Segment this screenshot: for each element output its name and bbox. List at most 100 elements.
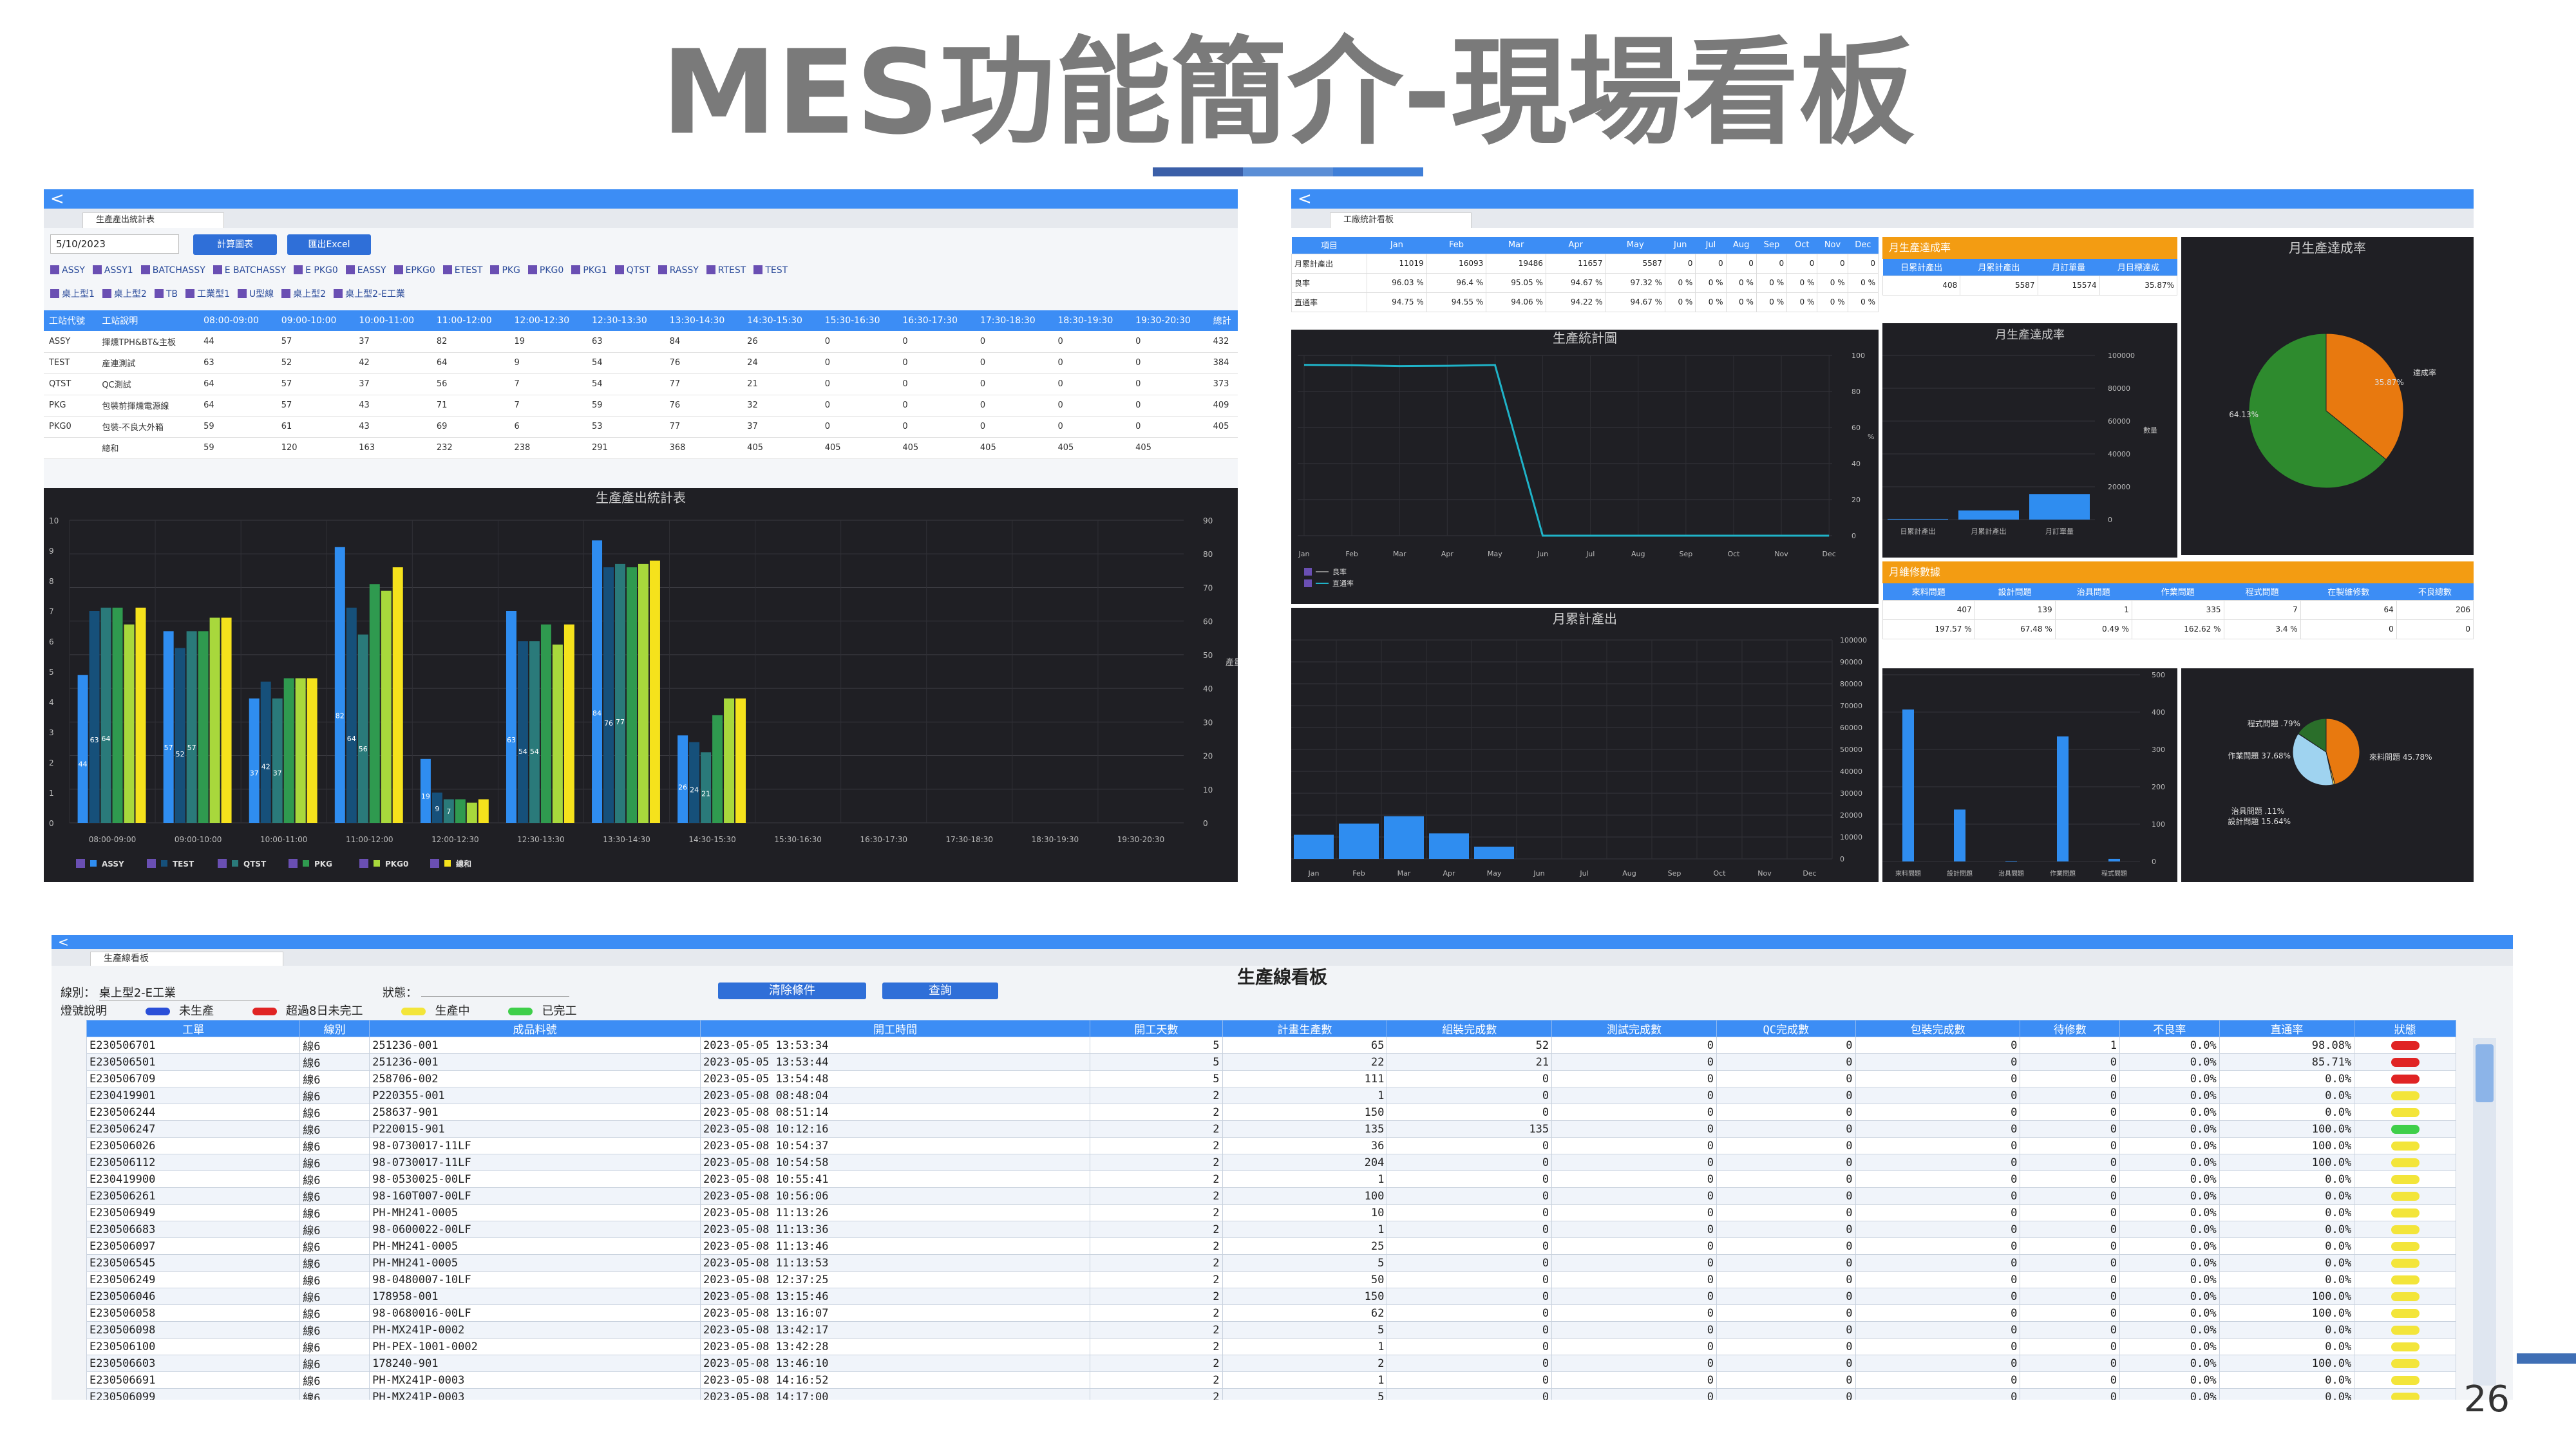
checkbox-icon[interactable] (658, 265, 667, 274)
checkbox-label: U型線 (249, 289, 274, 299)
back-button[interactable]: < (50, 189, 64, 209)
checkbox-label: QTST (626, 265, 650, 276)
bar (77, 675, 88, 823)
column-header: 不良率 (2119, 1020, 2220, 1037)
status-selector[interactable]: 狀態： (383, 984, 569, 1001)
checkbox-icon[interactable] (140, 265, 150, 274)
table-row[interactable]: E230506691 線6 PH-MX241P-0003 2023-05-08 14:… (86, 1371, 2456, 1389)
table-row[interactable]: E230506112 線6 98-0730017-11LF 2023-05-08 10… (86, 1154, 2456, 1171)
tab-factory-stats[interactable]: 工廠統計看板 (1330, 212, 1472, 228)
table-row[interactable]: E230506058 線6 98-0680016-00LF 2023-05-08 13… (86, 1304, 2456, 1322)
checkbox-icon[interactable] (92, 265, 102, 274)
table-row[interactable]: E230506099 線6 PH-MX241P-0003 2023-05-08 14:… (86, 1388, 2456, 1400)
checkbox-icon[interactable] (50, 265, 59, 274)
station-filter-checkbox[interactable]: RASSY (658, 265, 699, 276)
station-filter-checkbox[interactable]: ASSY1 (92, 265, 133, 276)
checkbox-icon[interactable] (50, 289, 59, 298)
checkbox-icon[interactable] (294, 265, 303, 274)
x-tick-label: 來料問題 (1895, 869, 1921, 878)
table-scrollbar[interactable] (2473, 1038, 2496, 1386)
station-filter-checkbox[interactable]: E BATCHASSY (213, 265, 286, 276)
column-header: 11:00-12:00 (431, 310, 509, 331)
line-filter-checkbox[interactable]: TB (154, 289, 178, 299)
checkbox-icon[interactable] (281, 289, 291, 298)
station-filter-checkbox[interactable]: TEST (753, 265, 788, 276)
station-filter-checkbox[interactable]: PKG0 (527, 265, 564, 276)
table-cell: 0 (2020, 1271, 2121, 1288)
checkbox-icon[interactable] (334, 289, 343, 298)
checkbox-icon[interactable] (154, 289, 164, 298)
table-row[interactable]: E230506100 線6 PH-PEX-1001-0002 2023-05-08 1… (86, 1338, 2456, 1355)
station-filter-checkbox[interactable]: ASSY (50, 265, 85, 276)
table-cell: 線6 (299, 1137, 370, 1154)
tab-output-stats[interactable]: 生產產出統計表 (82, 212, 224, 228)
checkbox-icon[interactable] (571, 265, 581, 274)
line-filter-checkbox[interactable]: 桌上型2-E工業 (334, 287, 405, 300)
checkbox-icon[interactable] (614, 265, 624, 274)
table-row[interactable]: E230506244 線6 258637-901 2023-05-08 08:51:1… (86, 1104, 2456, 1121)
table-cell: 線6 (299, 1221, 370, 1238)
table-row[interactable]: E230506701 線6 251236-001 2023-05-05 13:53:3… (86, 1037, 2456, 1054)
clear-button[interactable]: 清除條件 (718, 983, 866, 999)
station-filter-checkbox[interactable]: PKG (490, 265, 520, 276)
line-filter-checkbox[interactable]: 桌上型2 (102, 287, 147, 300)
checkbox-label: RTEST (717, 265, 746, 276)
station-filter-checkbox[interactable]: BATCHASSY (140, 265, 205, 276)
checkbox-icon[interactable] (527, 265, 537, 274)
table-cell: 2 (1090, 1355, 1223, 1372)
table-cell: 0 (1551, 1204, 1717, 1221)
line-filter-checkbox[interactable]: U型線 (237, 287, 274, 300)
checkbox-icon[interactable] (213, 265, 222, 274)
checkbox-icon[interactable] (102, 289, 111, 298)
table-row[interactable]: E230506026 線6 98-0730017-11LF 2023-05-08 10… (86, 1137, 2456, 1154)
date-input[interactable]: 5/10/2023 (50, 234, 179, 254)
table-row[interactable]: E230506709 線6 258706-002 2023-05-05 13:54:4… (86, 1070, 2456, 1087)
checkbox-icon[interactable] (753, 265, 763, 274)
line-filter-checkbox[interactable]: 桌上型1 (50, 287, 95, 300)
checkbox-icon[interactable] (185, 289, 194, 298)
table-row[interactable]: E230506249 線6 98-0480007-10LF 2023-05-08 12… (86, 1271, 2456, 1288)
line-selector[interactable]: 線別： 桌上型2-E工業 (61, 984, 279, 1001)
query-button[interactable]: 查詢 (882, 983, 998, 999)
checkbox-icon[interactable] (345, 265, 355, 274)
table-row[interactable]: E230506097 線6 PH-MH241-0005 2023-05-08 11:1… (86, 1237, 2456, 1255)
export-excel-button[interactable]: 匯出Excel (287, 234, 371, 255)
back-button[interactable]: < (58, 935, 69, 949)
table-row[interactable]: E230506247 線6 P220015-901 2023-05-08 10:12:… (86, 1120, 2456, 1138)
station-filter-checkbox[interactable]: EPKG0 (393, 265, 435, 276)
table-row[interactable]: E230506949 線6 PH-MH241-0005 2023-05-08 11:1… (86, 1204, 2456, 1221)
table-row[interactable]: E230506098 線6 PH-MX241P-0002 2023-05-08 13:… (86, 1321, 2456, 1339)
back-button[interactable]: < (1298, 189, 1312, 209)
station-filter-checkbox[interactable]: RTEST (706, 265, 746, 276)
table-row[interactable]: E230506683 線6 98-0600022-00LF 2023-05-08 11… (86, 1221, 2456, 1238)
station-filter-checkbox[interactable]: PKG1 (571, 265, 607, 276)
table-row[interactable]: E230419900 線6 98-0530025-00LF 2023-05-08 10… (86, 1171, 2456, 1188)
bar-value-label: 84 (592, 709, 601, 717)
station-filter-checkbox[interactable]: E PKG0 (294, 265, 338, 276)
checkbox-icon[interactable] (490, 265, 500, 274)
table-row[interactable]: E230506261 線6 98-160T007-00LF 2023-05-08 10… (86, 1187, 2456, 1205)
table-row[interactable]: E230506545 線6 PH-MH241-0005 2023-05-08 11:1… (86, 1254, 2456, 1272)
checkbox-icon[interactable] (442, 265, 452, 274)
station-filter-checkbox[interactable]: ETEST (442, 265, 482, 276)
line-filter-checkbox[interactable]: 工業型1 (185, 287, 230, 300)
station-filter-checkbox[interactable]: QTST (614, 265, 650, 276)
line-filter-checkbox[interactable]: 桌上型2 (281, 287, 326, 300)
table-row[interactable]: E230419901 線6 P220355-001 2023-05-08 08:48:… (86, 1087, 2456, 1104)
table-cell: 84 (664, 331, 743, 353)
station-filter-checkbox[interactable]: EASSY (345, 265, 386, 276)
bar (649, 560, 660, 823)
checkbox-icon[interactable] (706, 265, 715, 274)
table-cell: E230506603 (86, 1355, 301, 1372)
achieve-header: 月生產達成率 (1882, 237, 2177, 259)
table-row[interactable]: E230506046 線6 178958-001 2023-05-08 13:15:4… (86, 1288, 2456, 1305)
checkbox-icon[interactable] (237, 289, 247, 298)
table-cell: 2023-05-05 13:53:44 (699, 1053, 1091, 1071)
table-row[interactable]: E230506501 線6 251236-001 2023-05-05 13:53:4… (86, 1053, 2456, 1071)
table-row[interactable]: E230506603 線6 178240-901 2023-05-08 13:46:1… (86, 1355, 2456, 1372)
table-cell: 0 (1387, 1288, 1553, 1305)
scrollbar-thumb[interactable] (2476, 1044, 2494, 1102)
checkbox-icon[interactable] (393, 265, 403, 274)
table-cell: 0 % (1756, 272, 1788, 293)
calc-chart-button[interactable]: 計算圖表 (193, 234, 277, 255)
